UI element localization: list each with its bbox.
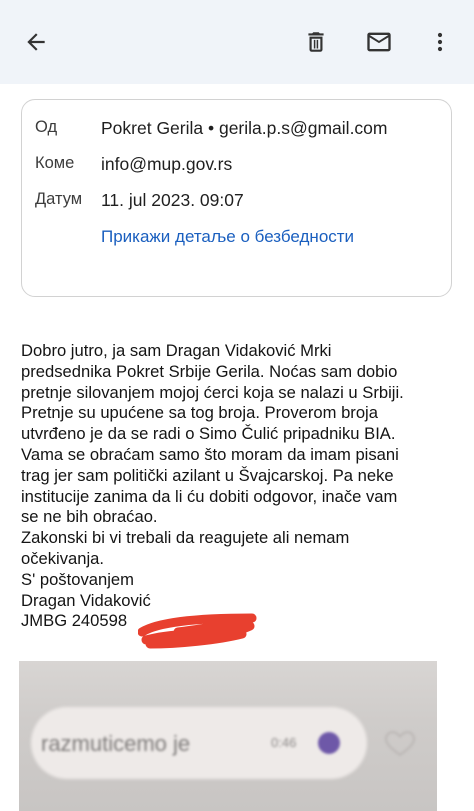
top-app-bar <box>0 0 474 84</box>
message-details-card: Од Pokret Gerila • gerila.p.s@gmail.com … <box>21 99 452 297</box>
body-line: Dragan Vidaković <box>21 590 151 610</box>
date-label: Датум <box>35 190 83 208</box>
body-line: se ne bih obraćao. <box>21 507 158 527</box>
trash-icon <box>308 32 324 52</box>
arrow-back-icon <box>27 33 45 51</box>
delete-button[interactable] <box>296 22 336 62</box>
body-line: očekivanja. <box>21 548 105 568</box>
bubble-time: 0:46 <box>271 735 297 750</box>
body-line: utvrđeno je da se radi o Simo Čulić prip… <box>21 424 396 444</box>
more-vert-icon <box>437 32 443 52</box>
body-line: Vama se obraćam samo što moram da imam p… <box>21 444 399 464</box>
body-line: Dobro jutro, ja sam Dragan Vidaković Mrk… <box>21 341 332 360</box>
mark-unread-button[interactable] <box>359 22 399 62</box>
body-line: trag jer sam politički azilant u Švajcar… <box>21 465 394 485</box>
back-button[interactable] <box>16 22 56 62</box>
body-line: Zakonski bi vi trebali da reagujete ali … <box>21 528 350 548</box>
to-label: Коме <box>35 154 75 172</box>
body-line: pretnje silovanjem mojoj ćerci koja se n… <box>21 382 404 402</box>
security-details-link[interactable]: Прикажи детаље о безбедности <box>101 227 354 247</box>
body-line: Pretnje su upućene sa tog broja. Provero… <box>21 403 378 423</box>
from-value[interactable]: Pokret Gerila • gerila.p.s@gmail.com <box>101 118 388 139</box>
message-body: Dobro jutro, ja sam Dragan Vidaković Mrk… <box>21 341 467 632</box>
bubble-text: razmuticemo je <box>41 731 191 756</box>
mail-icon <box>367 32 391 52</box>
attached-image[interactable]: razmuticemo je 0:46 <box>19 661 437 811</box>
body-line: predsednika Pokret Srbije Gerila. Noćas … <box>21 361 398 381</box>
more-options-button[interactable] <box>420 22 460 62</box>
from-label: Од <box>35 118 58 136</box>
body-line: institucije zanima da li ću dobiti odgov… <box>21 486 398 506</box>
body-line: S' poštovanjem <box>21 569 134 589</box>
redaction-scribble <box>138 613 257 649</box>
heart-icon <box>384 730 416 757</box>
read-check-icon <box>318 732 340 754</box>
to-value[interactable]: info@mup.gov.rs <box>101 154 232 175</box>
date-value: 11. jul 2023. 09:07 <box>101 190 244 210</box>
